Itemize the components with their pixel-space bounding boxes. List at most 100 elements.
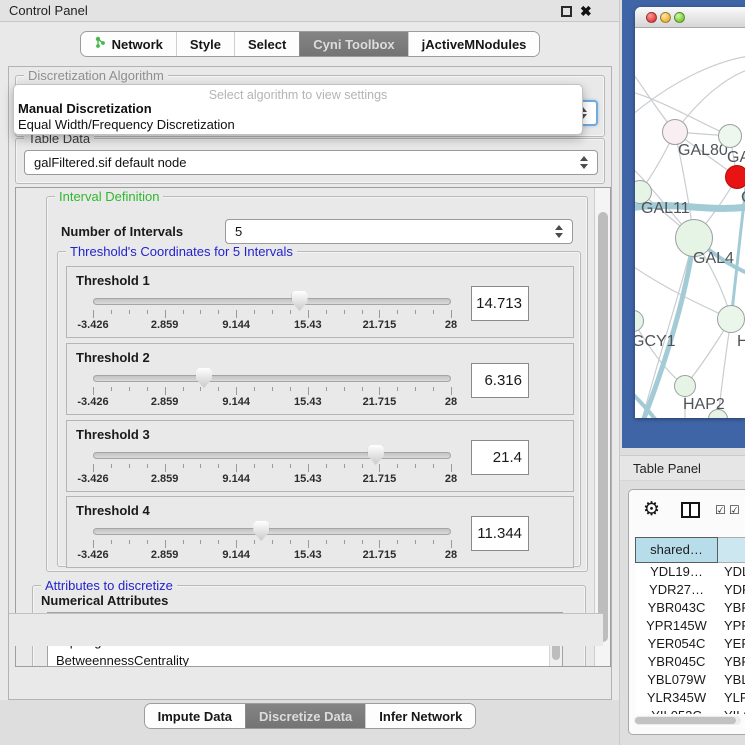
interval-definition-title: Interval Definition	[55, 189, 163, 204]
tab-style[interactable]: Style	[176, 32, 234, 56]
cell-name: YBL0	[718, 671, 745, 689]
float-window-icon[interactable]	[561, 6, 572, 17]
tab-label: jActiveMNodules	[422, 37, 527, 52]
tab-impute-data[interactable]: Impute Data	[145, 704, 245, 728]
close-icon[interactable]: ✖	[580, 1, 596, 21]
network-node-label: GAL11	[641, 200, 690, 218]
table-data-selected-value: galFiltered.sif default node	[34, 155, 186, 170]
network-node-h[interactable]	[717, 305, 745, 333]
numerical-attributes-label: Numerical Attributes	[41, 593, 168, 608]
slider-thumb[interactable]	[196, 368, 212, 388]
table-row[interactable]: YER054CYER0	[635, 635, 745, 653]
close-traffic-light-icon[interactable]	[646, 12, 657, 23]
table-panel-title: Table Panel	[633, 461, 701, 476]
cell-name: YPR1	[718, 617, 745, 635]
checkbox-icon[interactable]: ☑	[729, 503, 740, 517]
network-node-label: GAL4	[693, 250, 734, 268]
control-panel-tabs: Network Style SelectCyni Toolbox jActiveMNo…	[0, 31, 620, 57]
cell-shared-name: YDL19…	[635, 563, 718, 581]
checkbox-icon[interactable]: ☑	[715, 503, 726, 517]
scrollbar-thumb[interactable]	[635, 717, 736, 724]
tab-label: Style	[190, 37, 221, 52]
apply-bar: Apply	[9, 613, 603, 646]
settings-vertical-scrollbar[interactable]	[594, 188, 610, 666]
column-header-na[interactable]: na	[718, 537, 745, 563]
cell-name: YIL0	[718, 707, 745, 714]
network-window-titlebar[interactable]	[635, 7, 745, 28]
table-panel-titlebar: Table Panel	[620, 455, 745, 481]
slider-track[interactable]	[93, 298, 451, 305]
number-of-intervals-select[interactable]: 5	[225, 219, 573, 244]
slider-thumb[interactable]	[292, 291, 308, 311]
cell-name: YER0	[718, 635, 745, 653]
tab-network[interactable]: Network	[81, 32, 176, 56]
tab-label: Network	[112, 37, 163, 52]
table-row[interactable]: YDR27…YDR2	[635, 581, 745, 599]
tab-infer-network[interactable]: Infer Network	[365, 704, 475, 728]
table-row[interactable]: YBL079WYBL0	[635, 671, 745, 689]
cell-shared-name: YLR345W	[635, 689, 718, 707]
cyni-mode-tabs: Impute Data Discretize Data Infer Network	[0, 703, 620, 729]
column-header-shared[interactable]: shared…	[635, 537, 718, 563]
table-panel-toolbar: ⚙ ☑ ☑	[629, 490, 745, 534]
gear-icon[interactable]: ⚙	[643, 498, 660, 520]
cyni-toolbox-panel: Discretization Algorithm Table Data galF…	[8, 66, 612, 700]
slider-tick-labels: -3.4262.8599.14415.4321.71528	[93, 473, 451, 486]
network-node-hap2[interactable]	[674, 375, 696, 397]
threshold-value-field[interactable]: 11.344	[471, 516, 529, 551]
network-node-label: H	[737, 333, 745, 351]
slider-tick-labels: -3.4262.8599.14415.4321.71528	[93, 396, 451, 409]
settings-scroll-panel: Interval Definition Number of Intervals …	[15, 187, 611, 667]
network-node-c[interactable]	[725, 165, 745, 189]
minimize-traffic-light-icon[interactable]	[660, 12, 671, 23]
slider-track[interactable]	[93, 528, 451, 535]
table-horizontal-scrollbar[interactable]	[634, 716, 741, 725]
threshold-slider[interactable]: -3.4262.8599.14415.4321.71528	[93, 344, 451, 416]
tab-jactivemnodules[interactable]: jActiveMNodules	[408, 32, 540, 56]
threshold-value-field[interactable]: 21.4	[471, 440, 529, 475]
table-row[interactable]: YIL052CYIL0	[635, 707, 745, 714]
algorithm-dropdown-popup: Select algorithm to view settings Manual…	[13, 84, 583, 135]
list-item[interactable]: BetweennessCentrality	[48, 651, 562, 667]
cell-shared-name: YIL052C	[635, 707, 718, 714]
network-node-ga[interactable]	[718, 124, 742, 148]
zoom-traffic-light-icon[interactable]	[674, 12, 685, 23]
tab-cyni-toolbox[interactable]: Cyni Toolbox	[299, 32, 407, 56]
slider-thumb[interactable]	[253, 521, 269, 541]
tab-label: Infer Network	[379, 709, 462, 724]
slider-ticks	[93, 387, 451, 395]
table-row[interactable]: YLR345WYLR3	[635, 689, 745, 707]
control-panel-titlebar: Control Panel	[0, 0, 620, 22]
scrollbar-thumb[interactable]	[598, 212, 608, 642]
threshold-value-field[interactable]: 6.316	[471, 363, 529, 398]
cell-name: YDL1	[718, 563, 745, 581]
threshold-slider[interactable]: -3.4262.8599.14415.4321.71528	[93, 421, 451, 493]
algorithm-option-manual[interactable]: Manual Discretization	[14, 101, 582, 117]
cell-name: YBR0	[718, 653, 745, 671]
slider-track[interactable]	[93, 452, 451, 459]
control-panel-title: Control Panel	[9, 3, 88, 18]
table-row[interactable]: YBR045CYBR0	[635, 653, 745, 671]
columns-icon[interactable]	[681, 502, 700, 518]
algorithm-option-equal-width[interactable]: Equal Width/Frequency Discretization	[14, 117, 582, 133]
tab-discretize-data[interactable]: Discretize Data	[245, 704, 365, 728]
table-row[interactable]: YBR043CYBR0	[635, 599, 745, 617]
interval-definition-group: Interval Definition Number of Intervals …	[46, 196, 588, 572]
cell-shared-name: YBR043C	[635, 599, 718, 617]
tab-label: Impute Data	[158, 709, 232, 724]
network-canvas[interactable]: GAL80GACGAL11GAL4GCY1HHAP2	[635, 29, 745, 418]
tab-select[interactable]: Select	[234, 32, 299, 56]
algorithm-placeholder-option[interactable]: Select algorithm to view settings	[14, 85, 582, 101]
threshold-value-field[interactable]: 14.713	[471, 286, 529, 321]
cell-shared-name: YPR145W	[635, 617, 718, 635]
table-row[interactable]: YPR145WYPR1	[635, 617, 745, 635]
number-of-intervals-value: 5	[235, 224, 242, 239]
discretization-algorithm-title: Discretization Algorithm	[24, 68, 168, 83]
table-row[interactable]: YDL19…YDL1	[635, 563, 745, 581]
table-data-select[interactable]: galFiltered.sif default node	[24, 150, 598, 175]
panel-divider	[619, 0, 620, 745]
threshold-slider[interactable]: -3.4262.8599.14415.4321.71528	[93, 497, 451, 569]
slider-thumb[interactable]	[368, 445, 384, 465]
slider-track[interactable]	[93, 375, 451, 382]
threshold-slider[interactable]: -3.4262.8599.14415.4321.71528	[93, 267, 451, 339]
